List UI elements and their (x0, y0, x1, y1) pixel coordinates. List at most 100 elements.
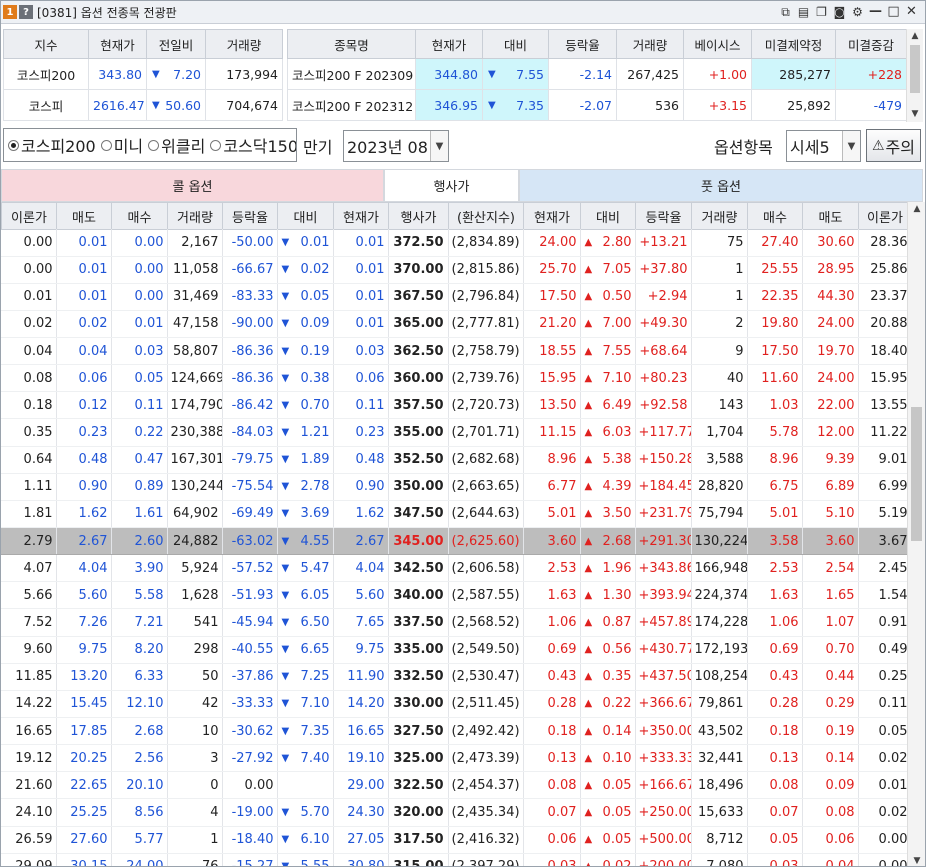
futures-col-header: 대비 (482, 29, 549, 59)
call-change: ▼ 2.78 (277, 473, 334, 501)
notice-button[interactable]: ⚠ 주의 (866, 129, 921, 162)
option-items-select[interactable]: 시세5 ▼ (786, 130, 861, 162)
option-row[interactable]: 0.18 0.12 0.11 174,790 -86.42 ▼ 0.70 0.11 357.50… (1, 391, 907, 420)
call-bid: 2.68 (111, 717, 168, 746)
put-theoretical: 15.95 (858, 364, 907, 393)
call-price: 11.90 (333, 663, 389, 691)
expiry-select[interactable]: 2023년 08 ▼ (343, 130, 449, 162)
scrollbar-thumb[interactable] (911, 407, 922, 541)
call-change: ▼ 0.01 (277, 229, 334, 257)
scroll-up-icon[interactable]: ▲ (908, 204, 925, 214)
down-arrow-icon: ▼ (281, 834, 290, 846)
scroll-down-icon[interactable]: ▼ (908, 856, 925, 866)
converted-index: (2,416.32) (448, 826, 524, 854)
down-arrow-icon: ▼ (281, 861, 290, 867)
index-row[interactable]: 코스피200 343.80 ▼ 7.20 173,994 (3, 58, 283, 90)
memo-icon[interactable]: ▤ (796, 4, 811, 19)
futures-row[interactable]: 코스피200 F 202309 344.80 ▼ 7.55 -2.14 267,425 +1… (287, 58, 907, 90)
futures-scrollbar[interactable]: ▲ ▼ (906, 29, 923, 122)
option-row[interactable]: 7.52 7.26 7.21 541 -45.94 ▼ 6.50 7.65 337.50 (2,5… (1, 608, 907, 637)
put-ask: 19.70 (802, 337, 859, 366)
option-row[interactable]: 29.09 30.15 24.00 76 -15.27 ▼ 5.55 30.80 315.00(… (1, 853, 907, 867)
option-board-body[interactable]: 0.00 0.01 0.00 2,167 -50.00 ▼ 0.01 0.01 372.50 (2… (1, 229, 907, 867)
call-bid: 0.11 (111, 391, 168, 420)
option-row[interactable]: 9.60 9.75 8.20 298 -40.55 ▼ 6.65 9.75 335.00 (2,5… (1, 636, 907, 664)
radio-kosdaq150[interactable]: 코스닥150 (206, 133, 296, 157)
screen-number-badge[interactable]: 1 (3, 5, 17, 19)
option-row[interactable]: 4.07 4.04 3.90 5,924 -57.52 ▼ 5.47 4.04 342.50 (2… (1, 554, 907, 583)
settings-icon[interactable]: ⚙ (850, 4, 865, 19)
scroll-down-icon[interactable]: ▼ (907, 107, 923, 122)
option-row[interactable]: 0.64 0.48 0.47 167,301 -79.75 ▼ 1.89 0.48 352.50… (1, 446, 907, 474)
chevron-down-icon[interactable]: ▼ (842, 131, 860, 161)
change-value: 0.05 (602, 832, 632, 848)
call-ask: 17.85 (56, 717, 112, 746)
call-volume: 58,807 (167, 337, 223, 366)
maximize-icon[interactable]: □ (886, 4, 901, 19)
index-row[interactable]: 코스피 2616.47 ▼ 50.60 704,674 (3, 89, 283, 121)
window-link-icon[interactable]: ⧉ (778, 4, 793, 19)
call-change: ▼ 3.69 (277, 500, 334, 529)
down-arrow-icon: ▼ (281, 318, 290, 330)
minimize-icon[interactable]: — (868, 4, 883, 19)
option-row[interactable]: 19.12 20.25 2.56 3 -27.92 ▼ 7.40 19.10 325.00 (2,… (1, 744, 907, 773)
chevron-down-icon[interactable]: ▼ (430, 131, 448, 161)
put-volume: 7,080 (691, 853, 748, 866)
option-row[interactable]: 16.65 17.85 2.68 10 -30.62 ▼ 7.35 16.65 327.50 (2… (1, 717, 907, 746)
futures-col-header: 베이시스 (683, 29, 752, 59)
up-arrow-icon: ▲ (584, 671, 593, 683)
option-row[interactable]: 26.59 27.60 5.77 1 -18.40 ▼ 6.10 27.05 317.50 (2,… (1, 826, 907, 854)
put-price: 18.55 (523, 337, 581, 366)
radio-mini[interactable]: 미니 (97, 133, 143, 157)
close-icon[interactable]: ✕ (904, 4, 919, 19)
change-value: 3.50 (602, 506, 632, 522)
option-row[interactable]: 0.04 0.04 0.03 58,807 -86.36 ▼ 0.19 0.03 362.50(… (1, 337, 907, 366)
option-row[interactable]: 2.79 2.67 2.60 24,882 -63.02 ▼ 4.55 2.67 345.00(… (1, 527, 907, 556)
radio-weekly[interactable]: 위클리 (144, 133, 205, 157)
converted-index: (2,625.60) (448, 527, 524, 556)
call-bid: 1.61 (111, 500, 168, 529)
change-value: 5.38 (602, 452, 632, 468)
converted-index: (2,435.34) (448, 798, 524, 827)
call-bid: 0.05 (111, 364, 168, 393)
option-row[interactable]: 0.35 0.23 0.22 230,388 -84.03 ▼ 1.21 0.23 355.00… (1, 418, 907, 447)
option-row[interactable]: 14.22 15.45 12.10 42 -33.33 ▼ 7.10 14.20 330.00(… (1, 690, 907, 719)
put-price: 1.06 (523, 608, 581, 637)
camera-icon[interactable]: ◙ (832, 4, 847, 19)
option-row[interactable]: 11.85 13.20 6.33 50 -37.86 ▼ 7.25 11.90 332.50 (2… (1, 663, 907, 691)
change-value: 7.10 (300, 696, 330, 712)
put-bid: 1.03 (747, 391, 803, 420)
put-options-header: 풋 옵션 (519, 169, 923, 202)
futures-price: 346.95 (415, 89, 483, 121)
option-row[interactable]: 0.00 0.01 0.00 2,167 -50.00 ▼ 0.01 0.01 372.50 (2… (1, 229, 907, 257)
option-row[interactable]: 21.60 22.65 20.10 0 0.00 29.00 322.50 (2,454.37… (1, 771, 907, 800)
scroll-up-icon[interactable]: ▲ (907, 29, 923, 44)
put-volume: 28,820 (691, 473, 748, 501)
option-board-scrollbar[interactable]: ▲ ▼ (907, 202, 925, 866)
column-header: 이론가 (858, 202, 912, 230)
call-rate: -84.03 (222, 418, 278, 447)
put-rate: +366.67 (635, 690, 692, 719)
copy-icon[interactable]: ❐ (814, 4, 829, 19)
change-value: 7.40 (300, 750, 330, 766)
option-row[interactable]: 1.81 1.62 1.61 64,902 -69.49 ▼ 3.69 1.62 347.50(… (1, 500, 907, 529)
strike-price: 355.00 (388, 418, 449, 447)
change-value: 2.80 (602, 234, 632, 250)
help-badge[interactable]: ? (19, 5, 33, 19)
put-price: 5.01 (523, 500, 581, 529)
put-rate: +291.30 (635, 527, 692, 556)
put-price: 0.43 (523, 663, 581, 691)
option-row[interactable]: 0.02 0.02 0.01 47,158 -90.00 ▼ 0.09 0.01 365.00(… (1, 310, 907, 339)
option-row[interactable]: 0.08 0.06 0.05 124,669 -86.36 ▼ 0.38 0.06 360.00… (1, 364, 907, 393)
futures-row[interactable]: 코스피200 F 202312 346.95 ▼ 7.35 -2.07 536 +3.15 2… (287, 89, 907, 121)
option-row[interactable]: 24.10 25.25 8.56 4 -19.00 ▼ 5.70 24.30 320.00 (2,… (1, 798, 907, 827)
radio-kospi200[interactable]: 코스피200 (4, 133, 96, 157)
call-rate: -86.36 (222, 364, 278, 393)
option-row[interactable]: 0.01 0.01 0.00 31,469 -83.33 ▼ 0.05 0.01 367.50(… (1, 283, 907, 311)
option-row[interactable]: 5.66 5.60 5.58 1,628 -51.93 ▼ 6.05 5.60 340.00 (2… (1, 581, 907, 610)
scrollbar-thumb[interactable] (910, 45, 920, 93)
call-volume: 10 (167, 717, 223, 746)
option-row[interactable]: 0.00 0.01 0.00 11,058 -66.67 ▼ 0.02 0.01 370.00(… (1, 256, 907, 284)
put-volume: 108,254 (691, 663, 748, 691)
option-row[interactable]: 1.11 0.90 0.89 130,244 -75.54 ▼ 2.78 0.90 350.00… (1, 473, 907, 501)
